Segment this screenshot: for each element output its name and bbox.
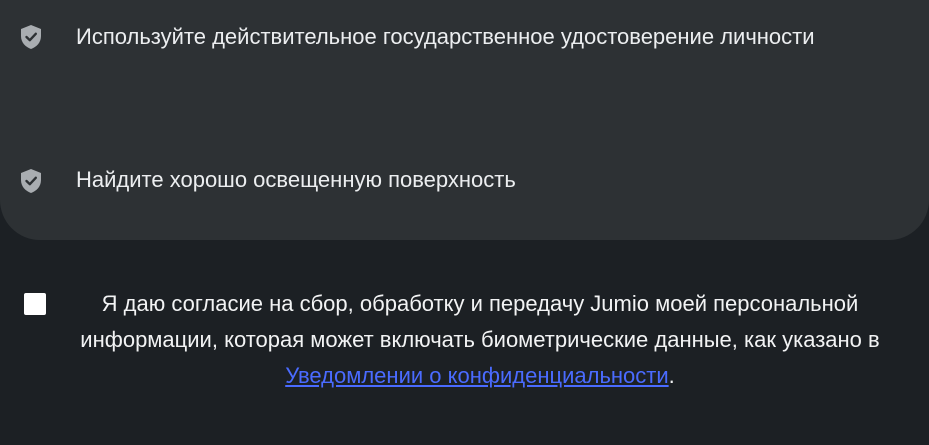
shield-check-icon — [21, 169, 41, 193]
consent-text: Я даю согласие на сбор, обработку и пере… — [40, 286, 910, 394]
consent-statement: Я даю согласие на сбор, обработку и пере… — [80, 291, 880, 352]
consent-period: . — [668, 363, 675, 388]
tip-text: Найдите хорошо освещенную поверхность — [76, 167, 516, 192]
shield-check-icon — [21, 25, 41, 49]
tips-card: Используйте действительное государственн… — [0, 0, 929, 240]
privacy-notice-link[interactable]: Уведомлении о конфиденциальности — [285, 363, 668, 388]
tip-text: Используйте действительное государственн… — [76, 24, 815, 49]
